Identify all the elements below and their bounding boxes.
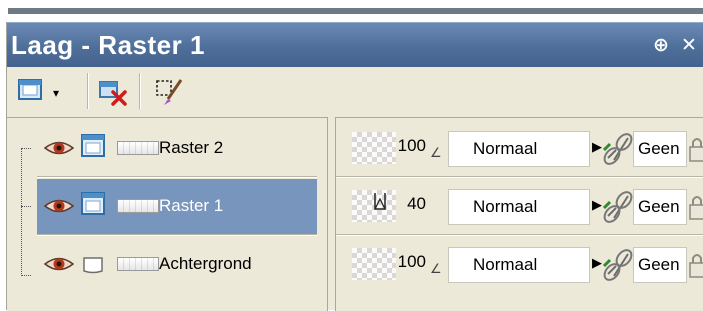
- link-group-field[interactable]: Geen: [633, 189, 687, 225]
- layer-properties: 100 ∠ Normaal ▶ Geen 40 Normaal ▶ Geen 1…: [335, 117, 703, 311]
- edit-selection-button[interactable]: [153, 77, 185, 107]
- link-chain-icon[interactable]: [602, 130, 636, 166]
- pin-icon[interactable]: ⊕: [653, 34, 669, 57]
- blend-mode-value: Normaal: [473, 255, 538, 274]
- link-chain-icon[interactable]: [602, 246, 636, 282]
- new-layer-button[interactable]: [17, 77, 49, 107]
- edit-selection-icon: [156, 79, 183, 105]
- layers-palette: Laag - Raster 1 ⊕ ✕ ▾ Raster 2 Raster 1 …: [6, 22, 703, 311]
- palette-title: Laag - Raster 1: [11, 30, 205, 60]
- tree-line: [21, 148, 22, 276]
- layer-props-achtergrond: 100 ∠ Normaal ▶ Geen: [336, 237, 703, 292]
- lock-icon[interactable]: [688, 251, 703, 279]
- layer-thumbnail: [117, 199, 159, 213]
- eye-icon[interactable]: [43, 137, 75, 159]
- layer-row-raster-1[interactable]: Raster 1: [37, 179, 317, 236]
- blend-mode-dropdown-icon[interactable]: ▶: [592, 255, 602, 271]
- blend-mode-value: Normaal: [473, 139, 538, 158]
- delete-layer-button[interactable]: [97, 77, 129, 107]
- new-layer-dropdown-icon[interactable]: ▾: [53, 86, 59, 100]
- link-group-value: Geen: [638, 255, 680, 274]
- tree-branch: [21, 148, 31, 149]
- background-layer-icon: [83, 257, 103, 274]
- link-group-field[interactable]: Geen: [633, 247, 687, 283]
- link-group-value: Geen: [638, 139, 680, 158]
- resize-corner-icon: ∠: [430, 145, 442, 160]
- row-divider: [336, 234, 703, 236]
- blend-mode-select[interactable]: Normaal: [448, 189, 590, 225]
- tree-branch: [21, 206, 31, 207]
- raster-layer-icon: [81, 192, 105, 215]
- layer-row-raster-2[interactable]: Raster 2: [37, 121, 317, 178]
- layer-thumbnail: [117, 141, 159, 155]
- row-divider: [336, 176, 703, 178]
- eye-icon[interactable]: [43, 195, 75, 217]
- row-divider: [37, 234, 317, 236]
- layer-thumbnail: [117, 257, 159, 271]
- opacity-value[interactable]: 40: [388, 194, 426, 214]
- layer-name: Achtergrond: [159, 254, 252, 273]
- layer-name: Raster 2: [159, 138, 224, 157]
- layer-props-raster-1: 40 Normaal ▶ Geen: [336, 179, 703, 236]
- window-edge-bar: [8, 8, 703, 14]
- raster-layer-icon: [81, 134, 105, 157]
- new-layer-icon: [18, 79, 42, 100]
- window-edge: [0, 0, 703, 14]
- opacity-edit-cursor-icon: [374, 193, 386, 210]
- layer-row-achtergrond[interactable]: Achtergrond: [37, 237, 317, 292]
- blend-mode-dropdown-icon[interactable]: ▶: [592, 197, 602, 213]
- lock-icon[interactable]: [688, 135, 703, 163]
- delete-layer-icon: [99, 81, 127, 106]
- link-chain-icon[interactable]: [602, 188, 636, 224]
- opacity-value[interactable]: 100: [388, 252, 426, 272]
- close-icon[interactable]: ✕: [681, 34, 697, 57]
- palette-toolbar: ▾: [7, 67, 703, 115]
- blend-mode-dropdown-icon[interactable]: ▶: [592, 139, 602, 155]
- layer-props-raster-2: 100 ∠ Normaal ▶ Geen: [336, 121, 703, 178]
- blend-mode-select[interactable]: Normaal: [448, 131, 590, 167]
- lock-icon[interactable]: [688, 193, 703, 221]
- link-group-field[interactable]: Geen: [633, 131, 687, 167]
- opacity-value[interactable]: 100: [388, 136, 426, 156]
- row-divider: [37, 176, 317, 178]
- blend-mode-select[interactable]: Normaal: [448, 247, 590, 283]
- blend-mode-value: Normaal: [473, 197, 538, 216]
- layer-name: Raster 1: [159, 196, 224, 215]
- eye-icon[interactable]: [43, 253, 75, 275]
- resize-corner-icon: ∠: [430, 261, 442, 276]
- toolbar-separator: [139, 73, 141, 109]
- layer-list: Raster 2 Raster 1 Achtergrond: [7, 117, 328, 311]
- toolbar-separator: [87, 73, 89, 109]
- link-group-value: Geen: [638, 197, 680, 216]
- palette-title-bar[interactable]: Laag - Raster 1 ⊕ ✕: [7, 22, 703, 68]
- tree-branch: [21, 275, 31, 276]
